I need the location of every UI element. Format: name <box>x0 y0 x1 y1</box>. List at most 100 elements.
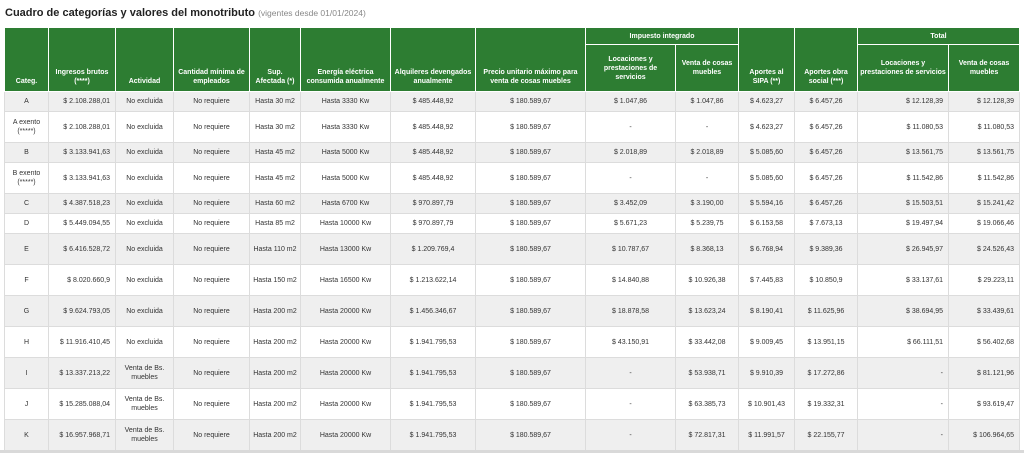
cell-aportes-obra-social: $ 11.625,96 <box>794 295 859 327</box>
cell-precio-unitario: $ 180.589,67 <box>475 162 586 194</box>
cell-aportes-sipa: $ 8.190,41 <box>738 295 796 327</box>
cell-categ: H <box>4 326 49 358</box>
cell-aportes-sipa: $ 5.594,16 <box>738 193 796 214</box>
cell-total-locaciones: $ 13.561,75 <box>857 142 950 163</box>
cell-alquileres: $ 1.941.795,53 <box>390 326 476 358</box>
table-row: J $ 15.285.088,04 Venta de Bs. muebles No r… <box>4 388 1021 420</box>
cell-actividad: No excluida <box>115 233 174 265</box>
cell-aportes-obra-social: $ 10.850,9 <box>794 264 859 296</box>
cell-impuesto-locaciones: - <box>585 357 676 389</box>
table-row: G $ 9.624.793,05 No excluida No requiere Has… <box>4 295 1021 327</box>
col-header-actividad: Actividad <box>115 27 174 92</box>
header-row-groups: Categ. Ingresos brutos (****) Actividad … <box>4 27 1021 92</box>
cell-actividad: No excluida <box>115 91 174 112</box>
cell-energia: Hasta 3330 Kw <box>300 91 391 112</box>
cell-energia: Hasta 5000 Kw <box>300 162 391 194</box>
table-row: H $ 11.916.410,45 No excluida No requiere Ha… <box>4 326 1021 358</box>
cell-cantidad-empleados: No requiere <box>173 142 250 163</box>
col-header-total-venta: Venta de cosas muebles <box>948 44 1021 92</box>
cell-impuesto-locaciones: $ 14.840,88 <box>585 264 676 296</box>
col-header-cantidad-empleados: Cantidad mínima de empleados <box>173 27 250 92</box>
cell-ingresos-brutos: $ 3.133.941,63 <box>48 142 116 163</box>
cell-categ: B exento (*****) <box>4 162 49 194</box>
cell-precio-unitario: $ 180.589,67 <box>475 193 586 214</box>
cell-impuesto-locaciones: $ 10.787,67 <box>585 233 676 265</box>
cell-superficie: Hasta 45 m2 <box>249 162 301 194</box>
cell-cantidad-empleados: No requiere <box>173 233 250 265</box>
cell-impuesto-locaciones: - <box>585 388 676 420</box>
cell-energia: Hasta 20000 Kw <box>300 357 391 389</box>
cell-total-venta: $ 12.128,39 <box>948 91 1021 112</box>
cell-categ: C <box>4 193 49 214</box>
cell-aportes-obra-social: $ 22.155,77 <box>794 419 859 451</box>
cell-total-venta: $ 11.542,86 <box>948 162 1021 194</box>
page-title-main: Cuadro de categorías y valores del monot… <box>5 7 255 19</box>
cell-total-venta: $ 81.121,96 <box>948 357 1021 389</box>
cell-precio-unitario: $ 180.589,67 <box>475 388 586 420</box>
page: Cuadro de categorías y valores del monot… <box>0 0 1024 453</box>
cell-total-locaciones: - <box>857 419 950 451</box>
cell-cantidad-empleados: No requiere <box>173 213 250 234</box>
cell-ingresos-brutos: $ 8.020.660,9 <box>48 264 116 296</box>
cell-impuesto-locaciones: - <box>585 419 676 451</box>
cell-energia: Hasta 13000 Kw <box>300 233 391 265</box>
cell-alquileres: $ 1.213.622,14 <box>390 264 476 296</box>
cell-energia: Hasta 20000 Kw <box>300 295 391 327</box>
cell-actividad: Venta de Bs. muebles <box>115 388 174 420</box>
cell-superficie: Hasta 150 m2 <box>249 264 301 296</box>
cell-total-locaciones: - <box>857 388 950 420</box>
cell-superficie: Hasta 200 m2 <box>249 419 301 451</box>
monotributo-table-container: Categ. Ingresos brutos (****) Actividad … <box>4 27 1021 451</box>
cell-superficie: Hasta 200 m2 <box>249 388 301 420</box>
cell-precio-unitario: $ 180.589,67 <box>475 142 586 163</box>
cell-aportes-obra-social: $ 17.272,86 <box>794 357 859 389</box>
cell-ingresos-brutos: $ 4.387.518,23 <box>48 193 116 214</box>
table-row: B exento (*****) $ 3.133.941,63 No excluid… <box>4 162 1021 194</box>
col-header-impuesto-locaciones: Locaciones y prestaciones de servicios <box>585 44 676 92</box>
cell-precio-unitario: $ 180.589,67 <box>475 111 586 143</box>
cell-cantidad-empleados: No requiere <box>173 193 250 214</box>
cell-ingresos-brutos: $ 16.957.968,71 <box>48 419 116 451</box>
cell-impuesto-venta: - <box>674 111 740 143</box>
cell-superficie: Hasta 200 m2 <box>249 295 301 327</box>
cell-impuesto-venta: $ 3.190,00 <box>674 193 740 214</box>
cell-superficie: Hasta 30 m2 <box>249 91 301 112</box>
cell-energia: Hasta 20000 Kw <box>300 419 391 451</box>
cell-impuesto-venta: $ 72.817,31 <box>674 419 740 451</box>
cell-total-locaciones: $ 19.497,94 <box>857 213 950 234</box>
col-header-categ: Categ. <box>4 27 49 92</box>
cell-total-locaciones: $ 11.542,86 <box>857 162 950 194</box>
cell-alquileres: $ 970.897,79 <box>390 213 476 234</box>
cell-impuesto-locaciones: $ 3.452,09 <box>585 193 676 214</box>
cell-aportes-sipa: $ 5.085,60 <box>738 162 796 194</box>
cell-superficie: Hasta 30 m2 <box>249 111 301 143</box>
group-header-impuesto-integrado: Impuesto integrado <box>584 27 740 45</box>
cell-actividad: No excluida <box>115 295 174 327</box>
table-row: F $ 8.020.660,9 No excluida No requiere Hast… <box>4 264 1021 296</box>
cell-alquileres: $ 485.448,92 <box>390 142 476 163</box>
cell-impuesto-locaciones: - <box>585 111 676 143</box>
col-header-aportes-obra-social: Aportes obra social (***) <box>794 27 859 92</box>
cell-aportes-sipa: $ 4.623,27 <box>738 111 796 143</box>
cell-total-venta: $ 24.526,43 <box>948 233 1021 265</box>
cell-aportes-sipa: $ 6.153,58 <box>738 213 796 234</box>
cell-impuesto-venta: $ 2.018,89 <box>674 142 740 163</box>
cell-total-locaciones: $ 12.128,39 <box>857 91 950 112</box>
cell-total-venta: $ 56.402,68 <box>948 326 1021 358</box>
cell-total-locaciones: $ 66.111,51 <box>857 326 950 358</box>
group-header-total: Total <box>857 27 1021 45</box>
cell-cantidad-empleados: No requiere <box>173 357 250 389</box>
cell-cantidad-empleados: No requiere <box>173 388 250 420</box>
cell-impuesto-venta: - <box>674 162 740 194</box>
cell-total-venta: $ 13.561,75 <box>948 142 1021 163</box>
cell-total-locaciones: $ 33.137,61 <box>857 264 950 296</box>
cell-superficie: Hasta 200 m2 <box>249 357 301 389</box>
cell-categ: G <box>4 295 49 327</box>
cell-total-venta: $ 19.066,46 <box>948 213 1021 234</box>
cell-alquileres: $ 485.448,92 <box>390 162 476 194</box>
cell-impuesto-locaciones: $ 43.150,91 <box>585 326 676 358</box>
cell-aportes-sipa: $ 4.623,27 <box>738 91 796 112</box>
cell-total-venta: $ 106.964,65 <box>948 419 1021 451</box>
cell-precio-unitario: $ 180.589,67 <box>475 233 586 265</box>
cell-precio-unitario: $ 180.589,67 <box>475 91 586 112</box>
